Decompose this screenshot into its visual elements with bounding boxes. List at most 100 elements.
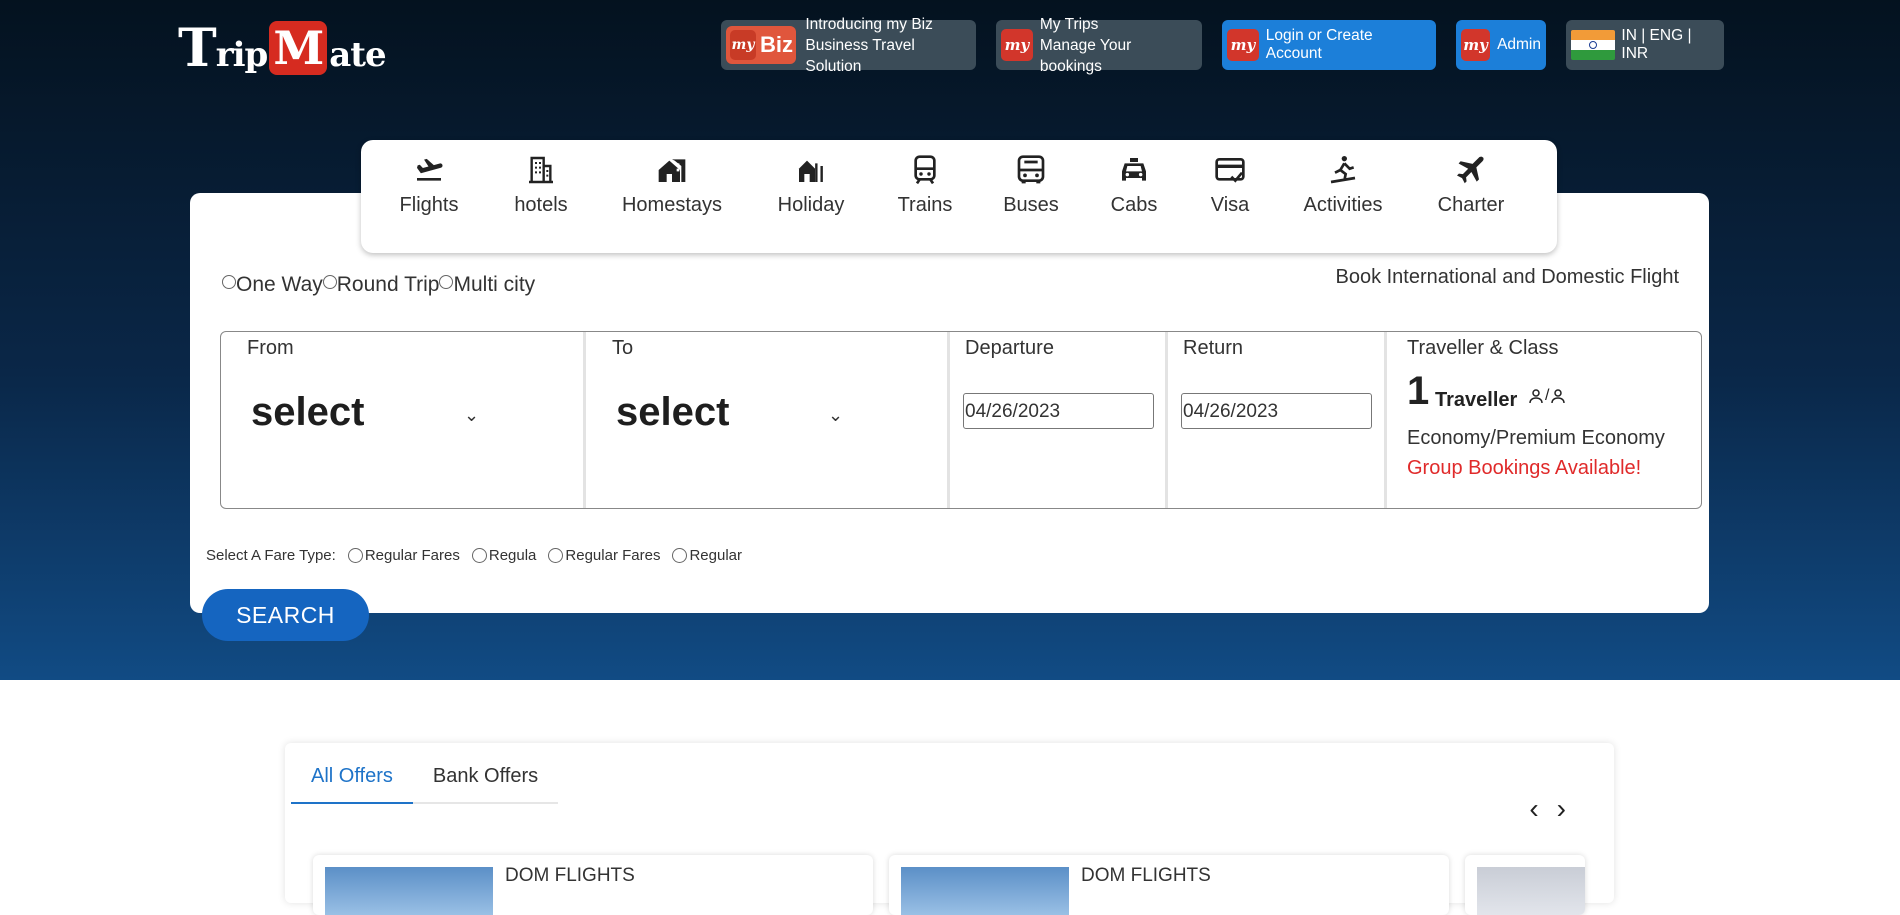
nav-hotels[interactable]: hotels xyxy=(491,154,591,217)
trip-type-label: Multi city xyxy=(453,273,536,296)
trip-type-round-trip[interactable]: Round Trip xyxy=(322,273,440,297)
flight-land-icon xyxy=(417,158,443,181)
to-field[interactable]: To select ⌄ xyxy=(586,332,950,508)
nav-visa[interactable]: Visa xyxy=(1180,154,1280,217)
to-select[interactable]: select xyxy=(616,390,729,435)
from-select[interactable]: select xyxy=(251,390,364,435)
search-fields: From select ⌄ To select ⌄ Departure 04/2… xyxy=(220,331,1702,509)
person-icon xyxy=(1551,389,1566,404)
search-card: One Way Round Trip Multi city Book Inter… xyxy=(190,193,1709,613)
departure-date-input[interactable]: 04/26/2023 xyxy=(963,393,1154,429)
nav-trains[interactable]: Trains xyxy=(875,154,975,217)
visa-icon xyxy=(1215,158,1245,183)
my-logo-icon: my xyxy=(1001,29,1033,61)
return-date-input[interactable]: 04/26/2023 xyxy=(1181,393,1372,429)
radio-icon[interactable] xyxy=(222,275,236,289)
fare-option[interactable]: Regular Fares xyxy=(347,547,460,564)
chevron-right-icon[interactable]: › xyxy=(1557,793,1566,825)
nav-label: Buses xyxy=(1003,194,1059,216)
locale-selector[interactable]: IN | ENG | INR xyxy=(1566,20,1724,70)
mybiz-subtitle: Business Travel Solution xyxy=(805,36,915,75)
logo-letter-m: M xyxy=(269,21,328,75)
tab-all-offers[interactable]: All Offers xyxy=(291,759,413,804)
fare-type-row: Select A Fare Type: Regular Fares Regula… xyxy=(206,547,754,564)
nav-label: hotels xyxy=(514,194,568,216)
logo-letter-t: T xyxy=(178,17,217,79)
my-logo-icon: my xyxy=(1227,29,1259,61)
my-trips-button[interactable]: my My Trips Manage Your bookings xyxy=(996,16,1202,75)
chevron-down-icon[interactable]: ⌄ xyxy=(464,405,479,426)
mybiz-button[interactable]: my Biz Introducing my Biz Business Travel… xyxy=(721,16,976,75)
radio-icon[interactable] xyxy=(322,275,337,289)
carousel-arrows: ‹ › xyxy=(1529,793,1566,825)
offer-image xyxy=(1477,867,1585,915)
mybiz-logo-icon: my Biz xyxy=(726,26,797,64)
nav-label: Holiday xyxy=(777,194,845,216)
bus-icon xyxy=(1017,155,1045,184)
nav-holiday[interactable]: Holiday xyxy=(761,154,861,217)
admin-button[interactable]: my Admin xyxy=(1456,20,1546,70)
radio-icon[interactable] xyxy=(672,548,688,563)
logo-text-ate: ate xyxy=(329,35,386,75)
fare-option[interactable]: Regular xyxy=(672,547,742,564)
activities-icon xyxy=(1330,156,1356,184)
departure-field[interactable]: Departure 04/26/2023 xyxy=(950,332,1168,508)
cab-icon xyxy=(1122,158,1146,181)
offer-title: DOM FLIGHTS xyxy=(1081,865,1211,886)
chevron-left-icon[interactable]: ‹ xyxy=(1529,793,1538,825)
offer-title: DOM FLIGHTS xyxy=(505,865,635,886)
traveller-separator: / xyxy=(1545,387,1550,404)
nav-cabs[interactable]: Cabs xyxy=(1084,154,1184,217)
group-bookings-link[interactable]: Group Bookings Available! xyxy=(1407,457,1641,480)
trip-type-label: Round Trip xyxy=(336,273,440,296)
traveller-count: 1 xyxy=(1407,369,1430,413)
nav-label: Trains xyxy=(897,194,953,216)
trip-type-multi-city[interactable]: Multi city xyxy=(439,273,535,297)
from-field[interactable]: From select ⌄ xyxy=(221,332,586,508)
fare-option-label: Regular xyxy=(689,547,742,564)
hotel-building-icon xyxy=(529,156,553,184)
fare-option[interactable]: Regula xyxy=(471,547,536,564)
from-label: From xyxy=(247,337,294,359)
nav-charter[interactable]: Charter xyxy=(1421,154,1521,217)
radio-icon[interactable] xyxy=(471,548,487,563)
offer-card[interactable] xyxy=(1465,855,1585,915)
my-logo-icon: my xyxy=(1461,29,1491,61)
nav-activities[interactable]: Activities xyxy=(1293,154,1393,217)
locale-label: IN | ENG | INR xyxy=(1621,27,1692,62)
offer-image xyxy=(325,867,493,915)
trip-type-one-way[interactable]: One Way xyxy=(222,273,323,297)
my-logo-icon: my xyxy=(730,30,756,60)
to-label: To xyxy=(612,337,634,359)
fare-option[interactable]: Regular Fares xyxy=(548,547,660,564)
tripmate-logo[interactable]: Trip Mate xyxy=(178,17,387,79)
offer-card[interactable]: DOM FLIGHTS xyxy=(313,855,873,915)
radio-icon[interactable] xyxy=(439,275,454,289)
search-button[interactable]: SEARCH xyxy=(202,589,369,641)
nav-homestays[interactable]: Homestays xyxy=(622,154,722,217)
fare-option-label: Regular Fares xyxy=(364,547,460,564)
my-trips-subtitle: Manage Your bookings xyxy=(1039,36,1132,75)
radio-icon[interactable] xyxy=(347,548,363,563)
offers-section: All Offers Bank Offers ‹ › DOM FLIGHTS D… xyxy=(285,743,1614,915)
nav-buses[interactable]: Buses xyxy=(981,154,1081,217)
admin-label: Admin xyxy=(1497,36,1541,53)
return-label: Return xyxy=(1183,337,1244,359)
my-trips-title: My Trips xyxy=(1039,15,1099,33)
traveller-class-field[interactable]: Traveller & Class 1 Traveller / Economy/… xyxy=(1387,332,1701,508)
login-label: Login or Create Account xyxy=(1265,27,1373,62)
nav-label: Flights xyxy=(399,194,459,216)
return-field[interactable]: Return 04/26/2023 xyxy=(1168,332,1387,508)
trip-type-label: One Way xyxy=(236,273,323,296)
chevron-down-icon[interactable]: ⌄ xyxy=(828,405,843,426)
travel-class: Economy/Premium Economy xyxy=(1407,427,1665,449)
nav-flights[interactable]: Flights xyxy=(379,154,479,217)
tab-bank-offers[interactable]: Bank Offers xyxy=(413,759,558,802)
fare-type-label: Select A Fare Type: xyxy=(206,547,336,564)
category-nav: Flights hotels Homestays Holiday Trains … xyxy=(361,140,1557,253)
login-button[interactable]: my Login or Create Account xyxy=(1222,20,1436,70)
offers-tabs: All Offers Bank Offers xyxy=(291,759,559,804)
offer-card[interactable]: DOM FLIGHTS xyxy=(889,855,1449,915)
radio-icon[interactable] xyxy=(548,548,564,563)
traveller-word: Traveller xyxy=(1435,389,1518,411)
